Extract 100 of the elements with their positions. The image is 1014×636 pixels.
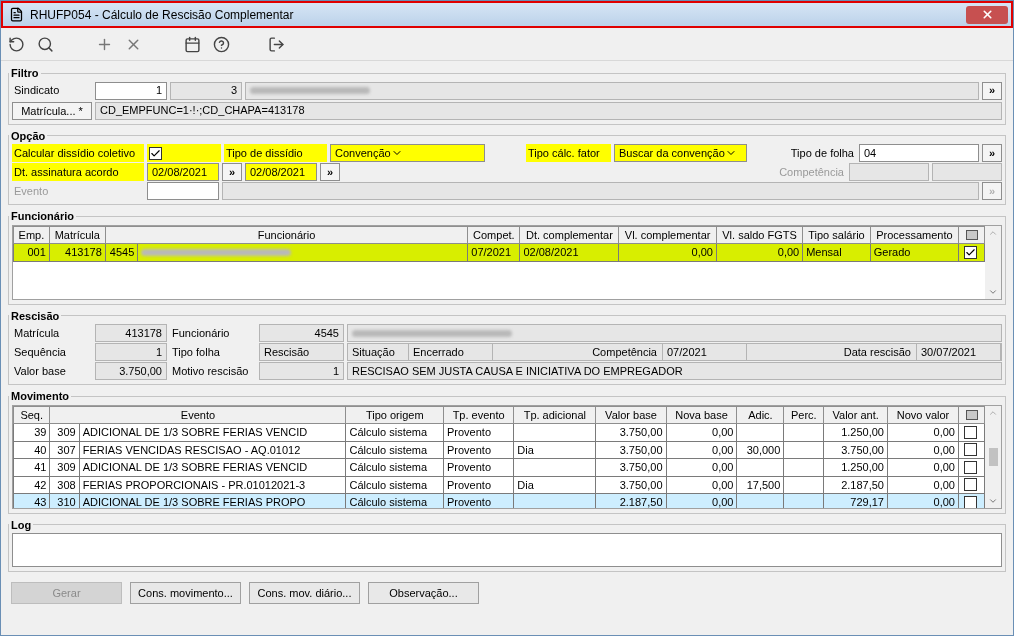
- input-field[interactable]: 07/2021: [662, 343, 747, 361]
- column-header[interactable]: Tipo salário: [802, 226, 871, 244]
- close-button[interactable]: [966, 5, 1008, 24]
- table-cell: ADICIONAL DE 1/3 SOBRE FERIAS VENCID: [82, 426, 308, 438]
- action-button[interactable]: Cons. movimento...: [130, 582, 241, 604]
- table-cell: 40: [34, 443, 47, 456]
- field-label: Tipo de dissídio: [224, 144, 327, 162]
- lookup-button[interactable]: »: [222, 163, 242, 181]
- input-field[interactable]: 04: [859, 144, 979, 162]
- column-header[interactable]: Seq.: [13, 406, 50, 424]
- window-title: RHUFP054 - Cálculo de Rescisão Complementar: [30, 6, 295, 24]
- input-field[interactable]: Rescisão: [259, 343, 344, 361]
- table-cell: 0,00: [712, 461, 734, 473]
- log-area[interactable]: [12, 533, 1002, 567]
- exit-icon: [268, 35, 285, 53]
- action-button[interactable]: Cons. mov. diário...: [249, 582, 360, 604]
- scrollbar[interactable]: [985, 225, 1001, 299]
- input-field[interactable]: 4545: [259, 324, 344, 342]
- table-cell: 308: [57, 478, 76, 491]
- dropdown[interactable]: Convenção: [330, 144, 485, 162]
- column-header[interactable]: Valor ant.: [823, 406, 888, 424]
- column-header[interactable]: Evento: [49, 406, 346, 424]
- document-icon: [9, 7, 24, 22]
- table-cell: 0,00: [712, 496, 734, 508]
- input-field[interactable]: [849, 163, 929, 181]
- column-header[interactable]: Tp. adicional: [513, 406, 596, 424]
- table-cell: 39: [34, 426, 47, 438]
- lookup-button[interactable]: »: [320, 163, 340, 181]
- column-header[interactable]: Perc.: [783, 406, 824, 424]
- field-label: Calcular dissídio coletivo: [12, 144, 144, 162]
- input-field[interactable]: 1: [95, 81, 167, 100]
- help-icon: [213, 35, 230, 53]
- select-all-icon[interactable]: [965, 229, 978, 240]
- column-header[interactable]: Tipo origem: [345, 406, 444, 424]
- field-label: Funcionário: [171, 325, 231, 341]
- scrollbar-thumb[interactable]: [988, 447, 998, 466]
- column-header[interactable]: Vl. complementar: [618, 226, 717, 244]
- checkbox[interactable]: [964, 460, 977, 474]
- action-button[interactable]: Observação...: [368, 582, 479, 604]
- column-header[interactable]: Novo valor: [887, 406, 959, 424]
- column-header[interactable]: Emp.: [13, 226, 50, 244]
- input-field[interactable]: 413178: [95, 324, 167, 342]
- column-header[interactable]: Adic.: [737, 406, 784, 424]
- table-cell: 3.750,00: [619, 478, 663, 491]
- input-field[interactable]: RESCISAO SEM JUSTA CAUSA E INICIATIVA DO EMPREGADOR: [347, 362, 1002, 380]
- column-header[interactable]: Compet.: [467, 226, 520, 244]
- input-field[interactable]: 3.750,00: [95, 362, 167, 380]
- table-cell: 3.750,00: [619, 461, 663, 473]
- input-field[interactable]: CD_EMPFUNC=1·!·;CD_CHAPA=413178: [95, 101, 1002, 120]
- table-cell: Cálculo sistema: [349, 426, 428, 438]
- column-header[interactable]: Matrícula: [49, 226, 106, 244]
- table-cell: FERIAS PROPORCIONAIS - PR.01012021-3: [82, 478, 306, 491]
- checkbox[interactable]: [964, 245, 977, 259]
- table-cell: Dia: [517, 443, 534, 456]
- field-label: Evento: [13, 183, 50, 199]
- input-field[interactable]: [147, 182, 219, 200]
- checkbox[interactable]: [149, 146, 162, 160]
- column-header[interactable]: Funcionário: [105, 226, 468, 244]
- matricula-button[interactable]: Matrícula... *: [12, 101, 92, 120]
- column-header[interactable]: Dt. complementar: [519, 226, 619, 244]
- input-field[interactable]: [932, 163, 1002, 181]
- input-field[interactable]: [347, 324, 1002, 342]
- undo-icon: [8, 35, 25, 53]
- column-header[interactable]: Valor base: [596, 406, 666, 424]
- table-cell: 0,00: [777, 246, 800, 258]
- input-field[interactable]: 1: [95, 343, 167, 361]
- column-header[interactable]: Tp. evento: [443, 406, 514, 424]
- input-field[interactable]: 1: [259, 362, 344, 380]
- table-cell: Gerado: [873, 246, 911, 258]
- select-all-icon[interactable]: [965, 409, 978, 420]
- input-field[interactable]: 30/07/2021: [916, 343, 1001, 361]
- column-header[interactable]: Vl. saldo FGTS: [716, 226, 803, 244]
- checkbox[interactable]: [964, 425, 977, 439]
- table-cell: 3.750,00: [841, 443, 884, 456]
- input-field[interactable]: Encerrado: [408, 343, 493, 361]
- input-field[interactable]: 02/08/2021: [245, 163, 317, 181]
- table-cell: Provento: [447, 426, 491, 438]
- checkbox[interactable]: [964, 443, 977, 457]
- column-header[interactable]: Processamento: [870, 226, 959, 244]
- table-cell: 0,00: [712, 426, 734, 438]
- checkbox[interactable]: [964, 478, 977, 492]
- checkbox[interactable]: [964, 495, 977, 508]
- section-title: Movimento: [10, 389, 71, 404]
- input-field[interactable]: 02/08/2021: [147, 163, 219, 181]
- table-cell: Cálculo sistema: [349, 443, 428, 456]
- table-cell: 3.750,00: [619, 443, 663, 456]
- section-title: Log: [10, 517, 33, 533]
- lookup-button[interactable]: »: [982, 81, 1002, 100]
- dropdown[interactable]: Buscar da convenção: [614, 144, 747, 162]
- column-header[interactable]: Nova base: [666, 406, 737, 424]
- table-cell: 413178: [65, 246, 102, 258]
- table-cell: 41: [34, 461, 47, 473]
- lookup-button[interactable]: »: [982, 144, 1002, 162]
- input-field[interactable]: 3: [170, 81, 242, 100]
- field-label: Dt. assinatura acordo: [12, 163, 144, 181]
- input-field[interactable]: [222, 182, 979, 200]
- input-field[interactable]: [245, 81, 979, 100]
- scrollbar[interactable]: [985, 405, 1001, 508]
- table-cell: Provento: [447, 496, 491, 508]
- field-label: Sequência: [13, 344, 67, 360]
